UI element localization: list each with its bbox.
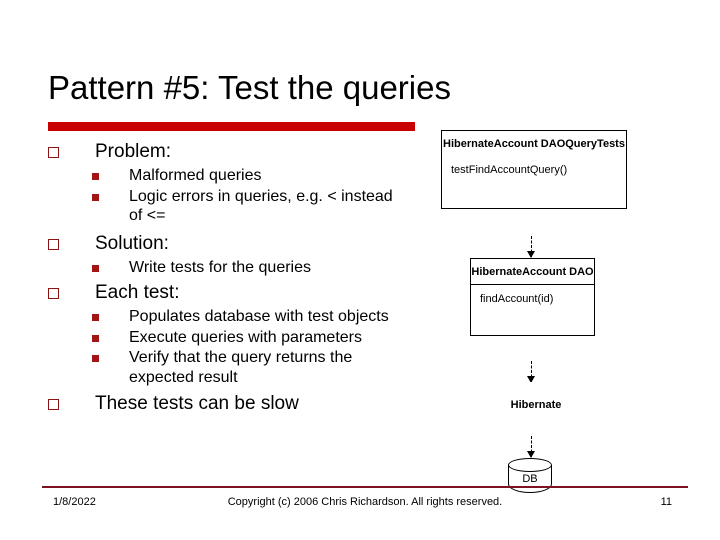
bullet-text-execute-queries: Execute queries with parameters xyxy=(129,328,362,346)
dashed-down-arrow-icon xyxy=(526,436,537,458)
bullet-item-level1: Solution: xyxy=(48,232,428,256)
uml-class-name: Hibernate xyxy=(510,399,562,411)
filled-square-bullet-icon xyxy=(92,264,99,272)
filled-square-bullet-icon xyxy=(92,355,99,362)
uml-class-name: HibernateAccount DAO xyxy=(471,266,594,278)
bullet-item-level1: Problem: xyxy=(48,140,428,164)
cylinder-top-ellipse xyxy=(508,458,552,472)
dashed-down-arrow-icon xyxy=(526,236,537,258)
bullet-item-level2: Verify that the query returns the expect… xyxy=(48,348,428,387)
bullet-text-malformed-queries: Malformed queries xyxy=(129,167,262,184)
bullet-text-verify-query: Verify that the query returns the expect… xyxy=(129,349,353,386)
uml-class-box-query-tests: HibernateAccount DAOQueryTests testFindA… xyxy=(441,130,627,209)
arrow-head xyxy=(527,451,535,458)
bullet-text-write-tests: Write tests for the queries xyxy=(129,258,311,276)
hollow-square-bullet-icon xyxy=(48,238,59,250)
bullet-item-level2: Logic errors in queries, e.g. < instead … xyxy=(48,187,428,226)
bullet-item-level1: Each test: xyxy=(48,281,428,305)
uml-class-box-hibernate: Hibernate xyxy=(488,382,584,433)
bullet-item-level2: Execute queries with parameters xyxy=(48,328,428,348)
bullet-text-logic-errors: Logic errors in queries, e.g. < instead … xyxy=(129,187,393,225)
hollow-square-bullet-icon xyxy=(48,399,59,410)
footer-divider xyxy=(42,486,688,488)
filled-square-bullet-icon xyxy=(92,334,99,342)
bullet-item-level2: Write tests for the queries xyxy=(48,258,428,278)
database-cylinder-icon: DB xyxy=(508,458,552,500)
footer-page-number: 11 xyxy=(660,496,672,508)
bullet-item-level2: Populates database with test objects xyxy=(48,307,428,327)
dashed-down-arrow-icon xyxy=(526,361,537,383)
bullet-heading-solution: Solution: xyxy=(95,232,169,254)
hollow-square-bullet-icon xyxy=(48,288,59,299)
uml-class-box-dao: HibernateAccount DAO findAccount(id) xyxy=(470,258,595,336)
uml-method-name: findAccount(id) xyxy=(480,293,554,305)
title-accent-rule xyxy=(48,122,415,131)
bullet-heading-problem: Problem: xyxy=(95,141,172,162)
bullet-text-populates-database: Populates database with test objects xyxy=(129,308,389,325)
bullet-heading-each-test: Each test: xyxy=(95,282,180,303)
footer-date: 1/8/2022 xyxy=(53,496,96,508)
arrow-head xyxy=(527,251,535,258)
uml-class-name: HibernateAccount DAOQueryTests xyxy=(443,138,625,150)
bullet-item-level2: Malformed queries xyxy=(48,166,428,186)
hollow-square-bullet-icon xyxy=(48,147,59,158)
bullet-item-level1: These tests can be slow xyxy=(48,392,428,416)
bullet-heading-tests-slow: These tests can be slow xyxy=(95,393,299,414)
bullet-list: Problem: Malformed queries Logic errors … xyxy=(48,140,428,418)
filled-square-bullet-icon xyxy=(92,173,99,180)
filled-square-bullet-icon xyxy=(92,193,99,201)
page-title: Pattern #5: Test the queries xyxy=(48,69,451,106)
uml-sequence-diagram: HibernateAccount DAOQueryTests testFindA… xyxy=(435,126,700,506)
footer-copyright: Copyright (c) 2006 Chris Richardson. All… xyxy=(227,496,503,508)
uml-method-name: testFindAccountQuery() xyxy=(451,164,568,176)
database-label: DB xyxy=(522,473,538,485)
filled-square-bullet-icon xyxy=(92,314,99,321)
